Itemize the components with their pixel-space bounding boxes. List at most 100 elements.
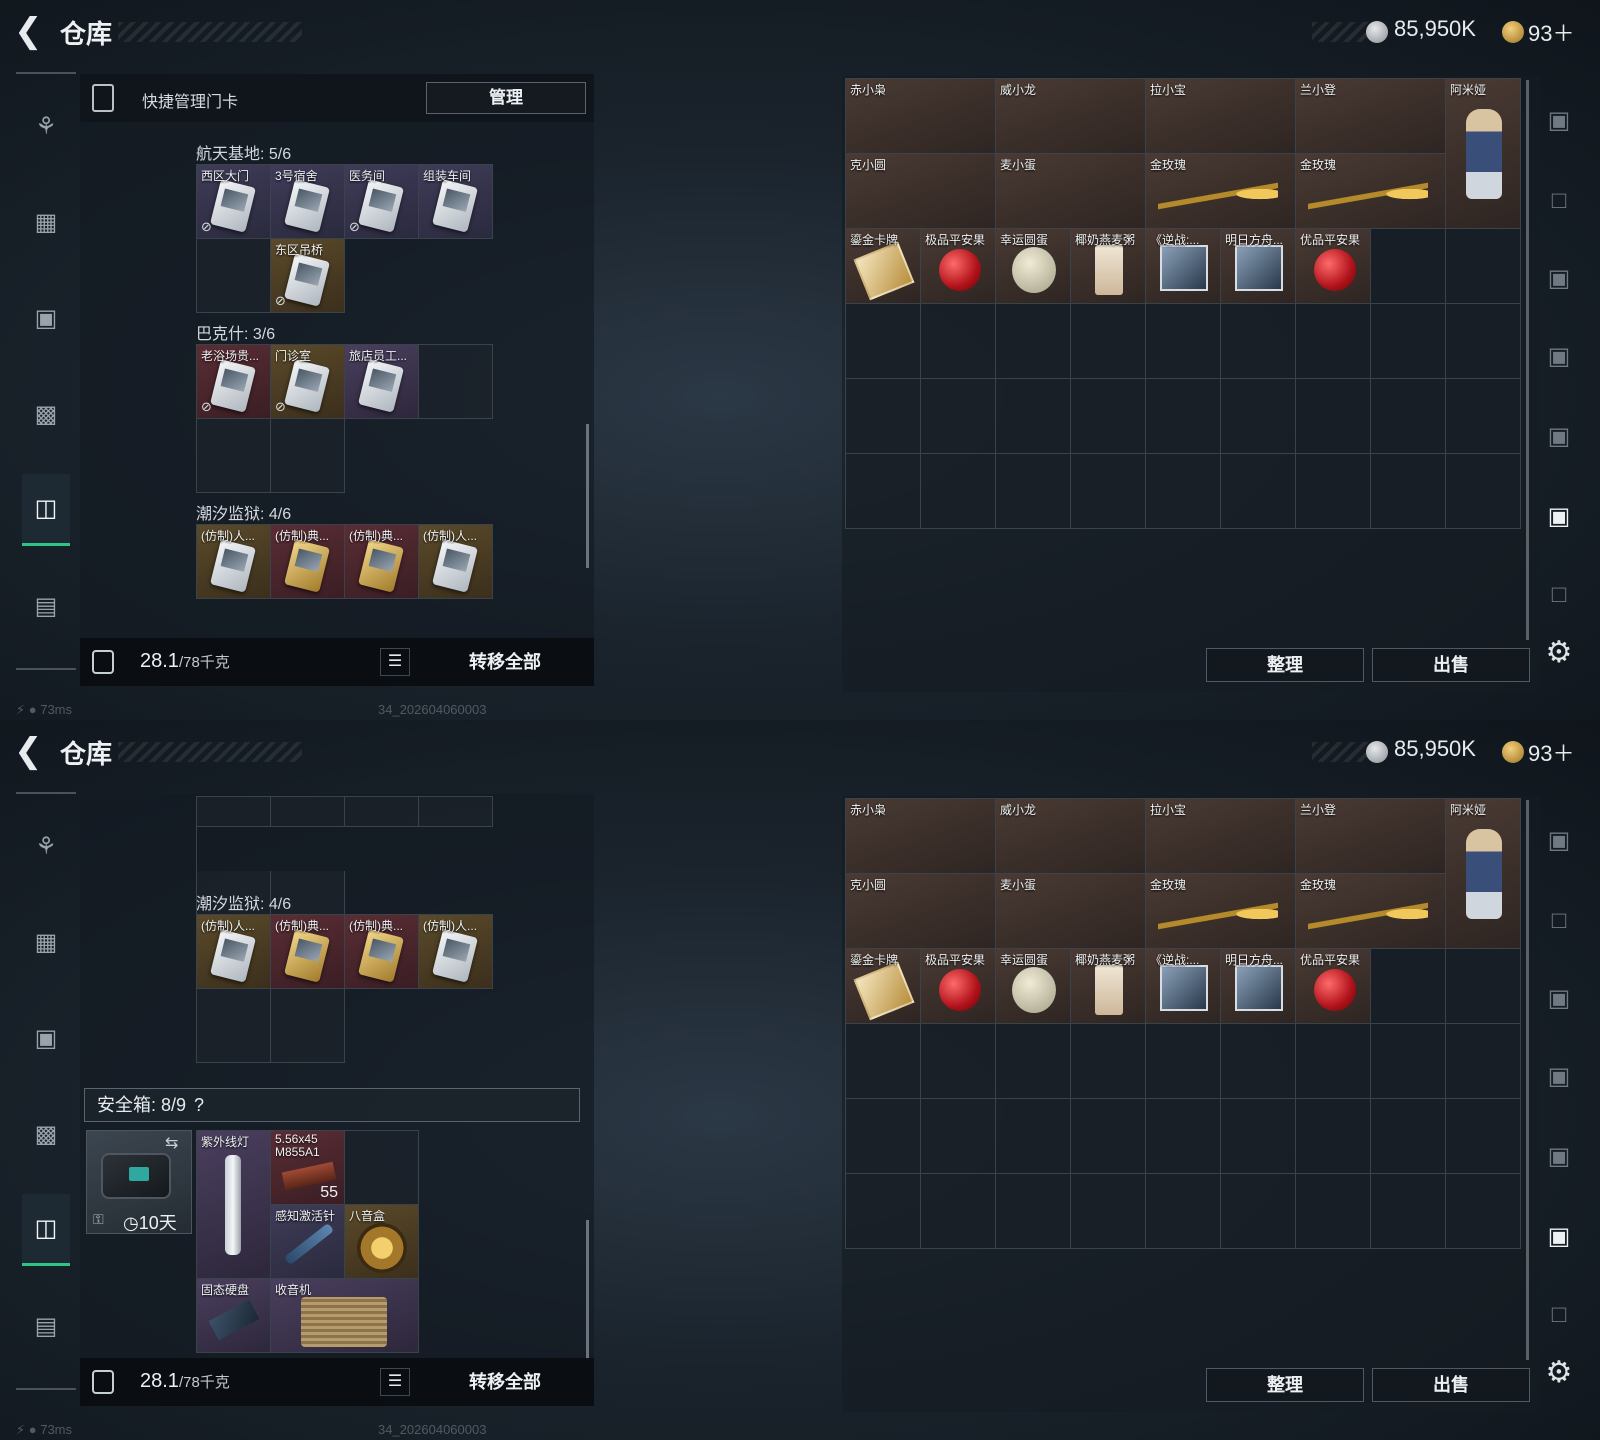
back-arrow-icon[interactable]: ❮: [14, 14, 50, 50]
manage-button[interactable]: 管理: [426, 82, 586, 114]
item-slot[interactable]: 优品平安果: [1296, 229, 1371, 304]
empty-slot[interactable]: [1371, 454, 1446, 529]
empty-slot[interactable]: [996, 304, 1071, 379]
empty-slot[interactable]: [1071, 1174, 1146, 1249]
stash-tab-icon[interactable]: ▣: [1538, 336, 1580, 378]
gear-icon[interactable]: ⚙: [1538, 1352, 1580, 1394]
backpack-icon[interactable]: ▩: [22, 1098, 70, 1170]
sell-button[interactable]: 出售: [1372, 648, 1530, 682]
item-slot[interactable]: 极品平安果: [921, 229, 996, 304]
item-slot[interactable]: 鎏金卡牌: [846, 229, 921, 304]
scrollbar[interactable]: [1526, 800, 1529, 1360]
item-slot[interactable]: 紫外线灯: [197, 1131, 271, 1279]
empty-slot[interactable]: [1146, 1174, 1221, 1249]
empty-slot[interactable]: [996, 1024, 1071, 1099]
empty-slot[interactable]: [846, 454, 921, 529]
item-slot[interactable]: 阿米娅: [1446, 799, 1521, 949]
empty-slot[interactable]: [271, 419, 345, 493]
list-icon[interactable]: ☰: [380, 648, 410, 676]
pistol-icon[interactable]: ⚘: [22, 810, 70, 882]
item-slot[interactable]: 椰奶燕麦粥: [1071, 949, 1146, 1024]
money-amount[interactable]: 85,950K: [1394, 736, 1476, 762]
empty-slot[interactable]: [1221, 304, 1296, 379]
empty-slot[interactable]: [1446, 379, 1521, 454]
empty-slot[interactable]: [1446, 454, 1521, 529]
empty-slot[interactable]: [271, 797, 345, 827]
empty-slot[interactable]: [1296, 1099, 1371, 1174]
item-slot[interactable]: 5.56x45 M855A1 55: [271, 1131, 345, 1205]
empty-slot[interactable]: [1071, 1024, 1146, 1099]
empty-slot[interactable]: [1221, 454, 1296, 529]
empty-slot[interactable]: [846, 379, 921, 454]
empty-slot[interactable]: [1146, 1024, 1221, 1099]
empty-slot[interactable]: [1221, 1174, 1296, 1249]
gear-icon[interactable]: ⚙: [1538, 632, 1580, 674]
item-slot[interactable]: 金玫瑰: [1146, 154, 1296, 229]
keycard-slot[interactable]: (仿制)典...: [271, 525, 345, 599]
empty-slot[interactable]: [1371, 1174, 1446, 1249]
keycard-slot[interactable]: (仿制)典...: [345, 915, 419, 989]
empty-slot[interactable]: [1371, 304, 1446, 379]
empty-slot[interactable]: [1446, 229, 1521, 304]
item-slot[interactable]: 八音盒: [345, 1205, 419, 1279]
item-slot[interactable]: 威小龙: [996, 79, 1146, 154]
item-slot[interactable]: 麦小蛋: [996, 154, 1146, 229]
empty-slot[interactable]: [921, 454, 996, 529]
keycard-case-icon[interactable]: ◫: [22, 474, 70, 546]
list-icon[interactable]: ☰: [380, 1368, 410, 1396]
empty-slot[interactable]: [996, 1099, 1071, 1174]
stash-tab-icon[interactable]: ▣: [1538, 978, 1580, 1020]
item-slot[interactable]: 感知激活针: [271, 1205, 345, 1279]
empty-slot[interactable]: [419, 797, 493, 827]
keycard-slot[interactable]: 3号宿舍: [271, 165, 345, 239]
empty-slot[interactable]: [1371, 229, 1446, 304]
stash-tab-icon[interactable]: ▣: [1538, 820, 1580, 862]
item-slot[interactable]: 《逆战:...: [1146, 949, 1221, 1024]
empty-slot[interactable]: [1146, 1099, 1221, 1174]
empty-slot[interactable]: [345, 797, 419, 827]
item-slot[interactable]: 优品平安果: [1296, 949, 1371, 1024]
item-slot[interactable]: 金玫瑰: [1296, 154, 1446, 229]
stash-tab-icon[interactable]: ▣: [1538, 1136, 1580, 1178]
backpack-icon[interactable]: ▩: [22, 378, 70, 450]
empty-slot[interactable]: [345, 1131, 419, 1205]
item-slot[interactable]: 兰小登: [1296, 799, 1446, 874]
safe-box-container[interactable]: ⇆ ⚿ ◷10天: [86, 1130, 192, 1234]
empty-slot[interactable]: [1296, 1174, 1371, 1249]
scrollbar[interactable]: [586, 424, 589, 568]
empty-slot[interactable]: [271, 989, 345, 1063]
item-slot[interactable]: 固态硬盘: [197, 1279, 271, 1353]
item-slot[interactable]: 椰奶燕麦粥: [1071, 229, 1146, 304]
empty-slot[interactable]: [846, 1099, 921, 1174]
empty-slot[interactable]: [1446, 949, 1521, 1024]
empty-slot[interactable]: [1296, 1024, 1371, 1099]
keycard-slot[interactable]: (仿制)人...: [419, 525, 493, 599]
empty-slot[interactable]: [996, 379, 1071, 454]
item-slot[interactable]: 金玫瑰: [1296, 874, 1446, 949]
item-slot[interactable]: 收音机: [271, 1279, 419, 1353]
stash-tab-icon[interactable]: ▣: [1538, 1056, 1580, 1098]
scrollbar[interactable]: [1526, 80, 1529, 640]
keycard-slot[interactable]: 东区吊桥 ⊘: [271, 239, 345, 313]
empty-slot[interactable]: [1446, 1024, 1521, 1099]
ticket-amount[interactable]: 93＋: [1528, 16, 1574, 48]
sort-button[interactable]: 整理: [1206, 648, 1364, 682]
transfer-all-button[interactable]: 转移全部: [425, 638, 585, 686]
armor-vest-icon[interactable]: ▦: [22, 186, 70, 258]
empty-slot[interactable]: [921, 1174, 996, 1249]
empty-slot[interactable]: [197, 797, 271, 827]
stash-tab-icon[interactable]: □: [1538, 180, 1580, 222]
item-slot[interactable]: 极品平安果: [921, 949, 996, 1024]
empty-slot[interactable]: [1071, 454, 1146, 529]
item-slot[interactable]: 赤小枭: [846, 799, 996, 874]
item-slot[interactable]: 兰小登: [1296, 79, 1446, 154]
stash-tab-icon[interactable]: □: [1538, 1294, 1580, 1336]
back-arrow-icon[interactable]: ❮: [14, 734, 50, 770]
empty-slot[interactable]: [921, 304, 996, 379]
keycard-slot[interactable]: 西区大门 ⊘: [197, 165, 271, 239]
empty-slot[interactable]: [1371, 949, 1446, 1024]
empty-slot[interactable]: [996, 454, 1071, 529]
empty-slot[interactable]: [1296, 454, 1371, 529]
keycard-slot[interactable]: 老浴场贵... ⊘: [197, 345, 271, 419]
empty-slot[interactable]: [1071, 1099, 1146, 1174]
